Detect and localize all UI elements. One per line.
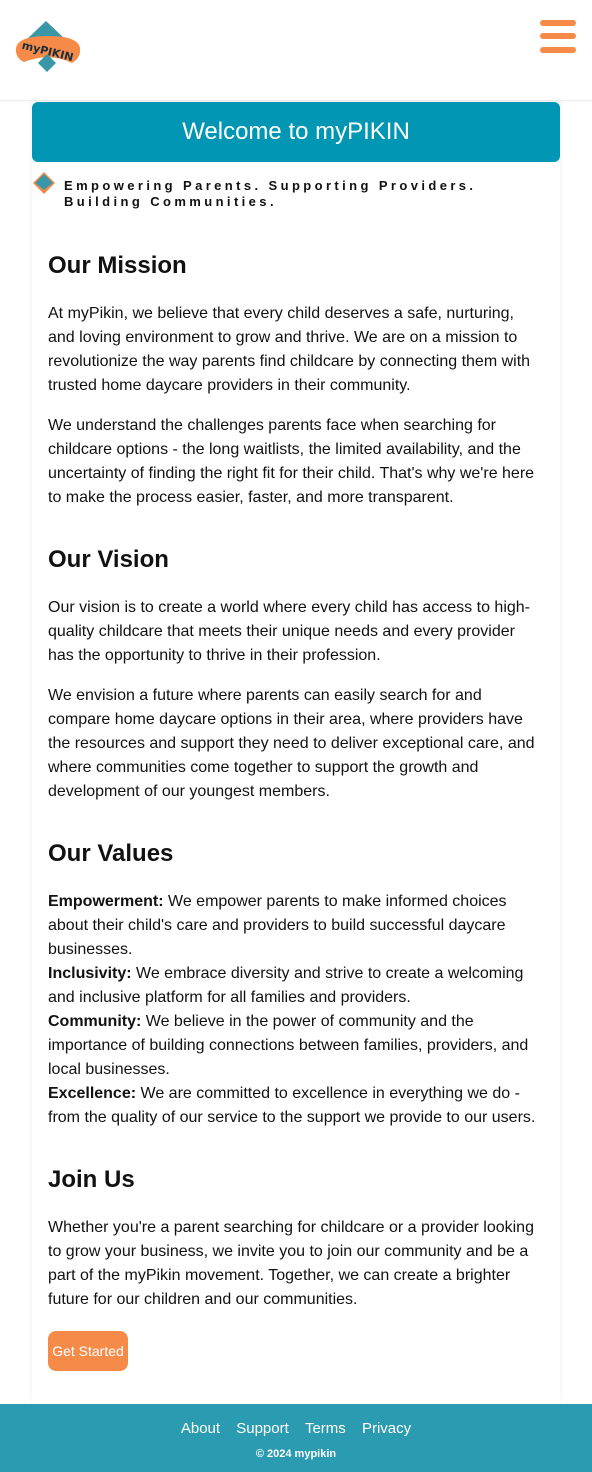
mission-section: Our Mission At myPikin, we believe that … (48, 250, 544, 510)
join-section: Join Us Whether you're a parent searchin… (48, 1164, 544, 1371)
mypikin-logo[interactable]: myPIKIN (14, 18, 84, 78)
vision-heading: Our Vision (48, 546, 169, 573)
vision-paragraph: Our vision is to create a world where ev… (48, 599, 530, 664)
tagline: Empowering Parents. Supporting Providers… (64, 178, 477, 209)
mission-paragraph: We understand the challenges parents fac… (48, 417, 535, 506)
vision-paragraph: We envision a future where parents can e… (48, 687, 535, 800)
site-footer: About Support Terms Privacy © 2024 mypik… (0, 1404, 592, 1472)
site-header: myPIKIN (0, 0, 592, 101)
value-term: Excellence: (48, 1085, 137, 1102)
diamond-icon (31, 170, 57, 196)
values-heading: Our Values (48, 840, 174, 867)
menu-bar (540, 20, 576, 26)
value-item: Excellence: We are committed to excellen… (48, 1082, 544, 1130)
join-heading: Join Us (48, 1166, 135, 1193)
menu-bar (540, 33, 576, 39)
footer-link-support[interactable]: Support (236, 1420, 289, 1437)
welcome-banner: Welcome to myPIKIN (32, 102, 560, 162)
footer-link-privacy[interactable]: Privacy (362, 1420, 411, 1437)
footer-link-terms[interactable]: Terms (305, 1420, 346, 1437)
mission-paragraph: At myPikin, we believe that every child … (48, 305, 531, 394)
footer-nav: About Support Terms Privacy (0, 1420, 592, 1437)
join-paragraph: Whether you're a parent searching for ch… (48, 1219, 534, 1308)
values-section: Our Values Empowerment: We empower paren… (48, 838, 544, 1130)
value-item: Empowerment: We empower parents to make … (48, 890, 544, 962)
menu-bar (540, 47, 576, 53)
main-content: Our Mission At myPikin, we believe that … (48, 250, 544, 1371)
vision-section: Our Vision Our vision is to create a wor… (48, 544, 544, 804)
value-item: Community: We believe in the power of co… (48, 1010, 544, 1082)
mission-heading: Our Mission (48, 252, 187, 279)
hamburger-menu-icon[interactable] (540, 20, 576, 54)
value-term: Inclusivity: (48, 965, 132, 982)
value-term: Empowerment: (48, 893, 164, 910)
get-started-button[interactable]: Get Started (48, 1331, 128, 1371)
copyright: © 2024 mypikin (255, 1448, 337, 1460)
footer-link-about[interactable]: About (181, 1420, 220, 1437)
value-item: Inclusivity: We embrace diversity and st… (48, 962, 544, 1010)
value-term: Community: (48, 1013, 142, 1030)
